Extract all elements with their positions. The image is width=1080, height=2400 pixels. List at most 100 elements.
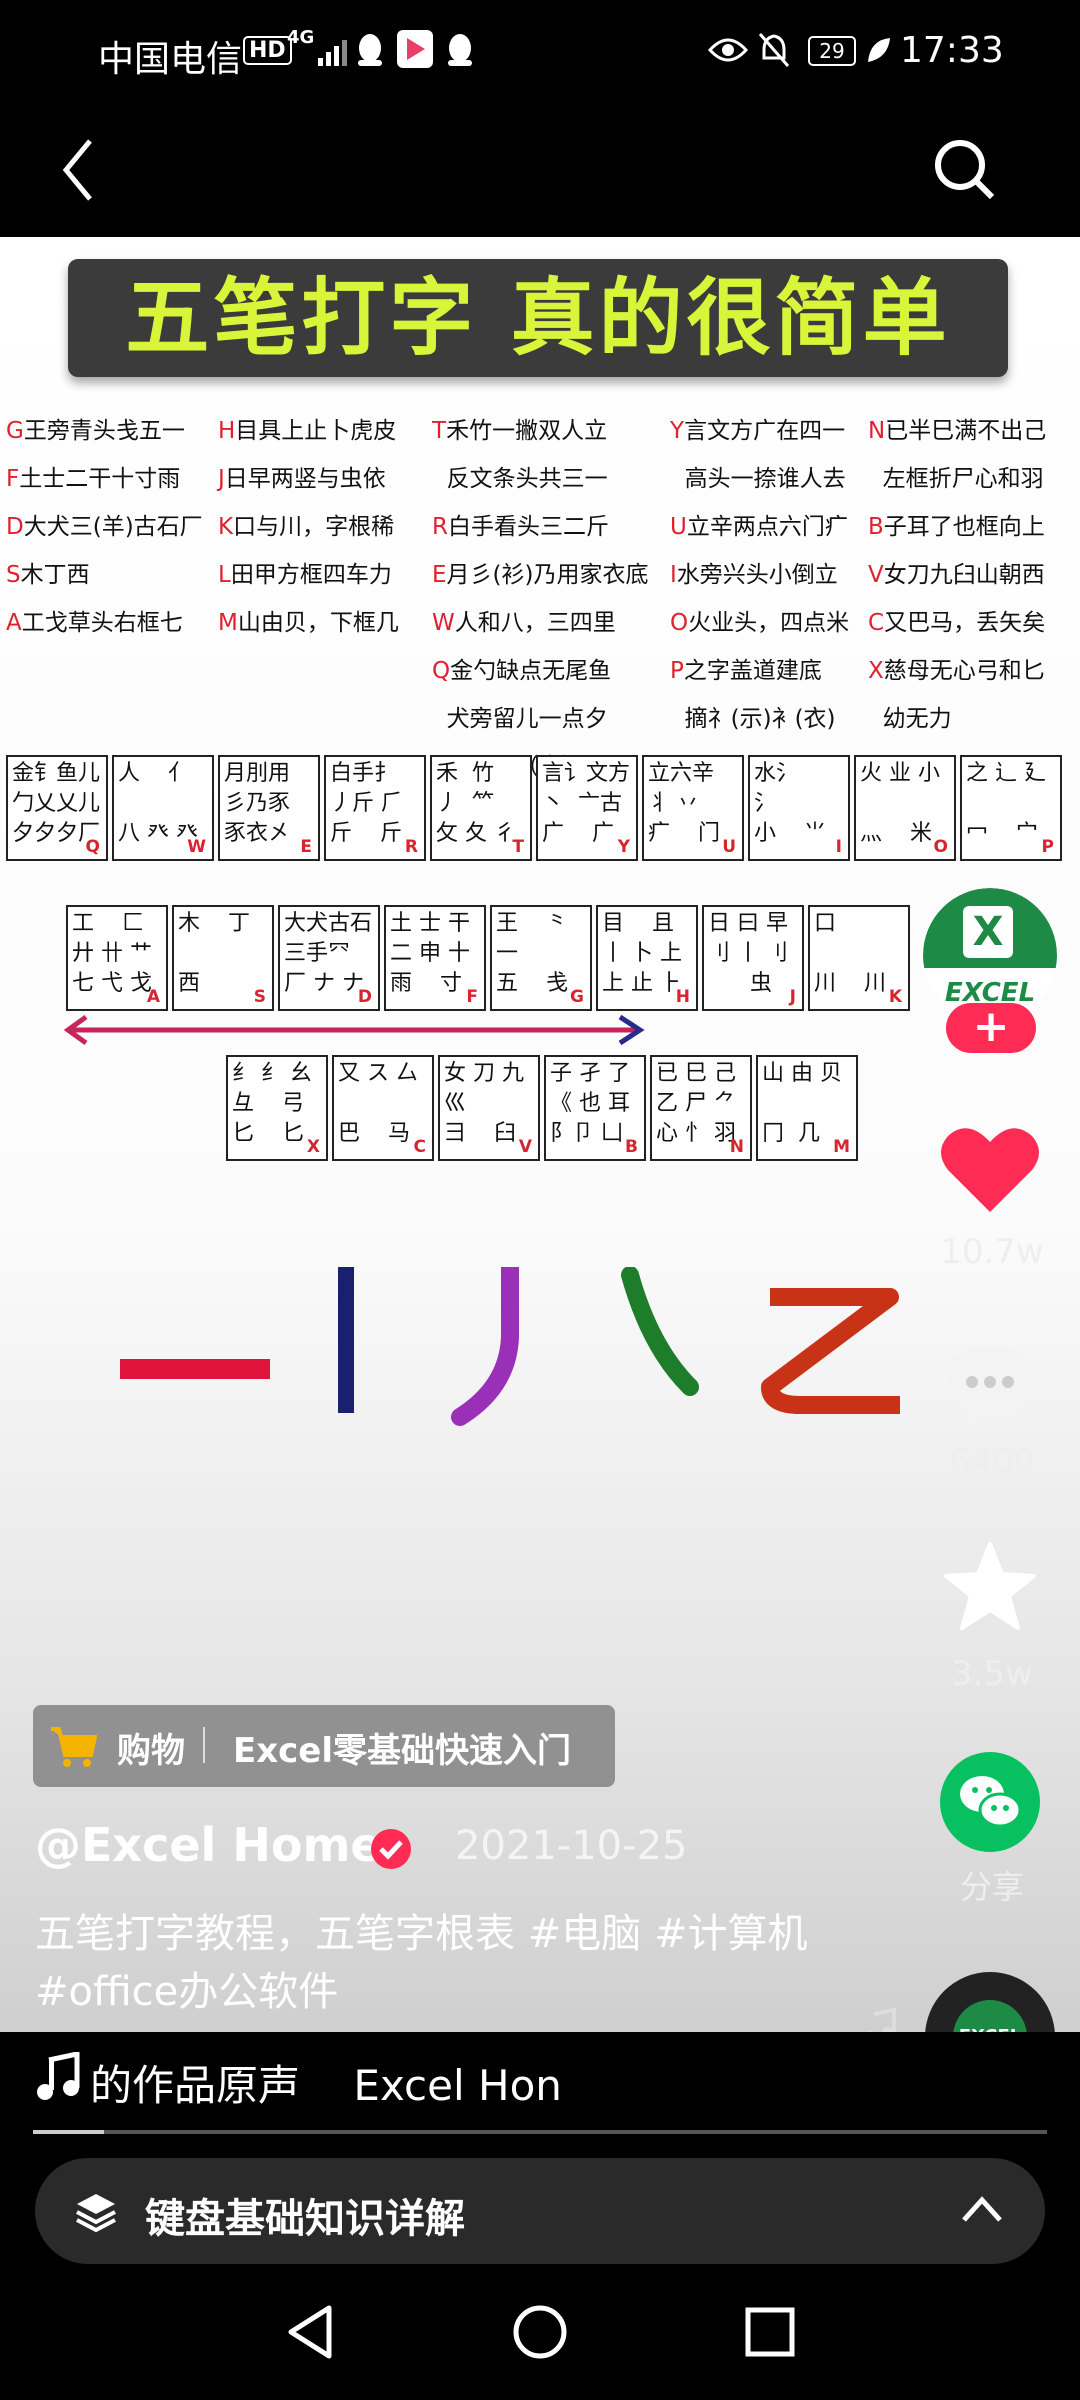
key-letter: S	[253, 987, 266, 1007]
key-radicals: 人 亻 八 癶 癶	[118, 761, 198, 846]
follow-button[interactable]: +	[946, 1003, 1036, 1053]
favorite-count: 3.5w	[951, 1654, 1033, 1694]
root-mnemonic: 已半巳满不出己 左框折尸心和羽	[882, 418, 1047, 492]
key-radicals: 日 曰 早 刂 丨 刂 虫	[708, 911, 788, 996]
root-entry: T禾竹一撇双人立 反文条头共三一	[432, 407, 649, 503]
root-key-letter: Q	[432, 658, 451, 684]
chevron-up-icon[interactable]	[960, 2194, 1004, 2224]
favorite-star-icon[interactable]	[942, 1540, 1038, 1634]
root-key-letter: D	[6, 514, 24, 540]
back-icon[interactable]	[58, 135, 98, 205]
key-letter: A	[146, 987, 160, 1007]
key-letter: T	[512, 837, 524, 857]
qq-icon	[358, 34, 382, 66]
key-letter: M	[833, 1137, 850, 1157]
author-name[interactable]: @Excel Home	[35, 1818, 382, 1872]
root-key-letter: U	[670, 514, 687, 540]
root-entry: P之字盖道建底 摘礻(示)衤(衣)	[670, 647, 849, 743]
root-mnemonic: 子耳了也框向上	[883, 514, 1045, 540]
key-letter: P	[1041, 837, 1054, 857]
root-entry: J日早两竖与虫依	[218, 455, 399, 503]
video-description[interactable]: 五笔打字教程，五笔字根表 #电脑 #计算机 #office办公软件	[35, 1905, 825, 2021]
wubi-key: 水氵 氵 小 ⺌ I	[748, 755, 850, 861]
root-mnemonic: 慈母无心弓和匕 幼无力	[882, 658, 1045, 732]
wubi-key: 纟 纟 幺 彑 弓 匕 匕X	[226, 1055, 328, 1161]
root-mnemonic: 女刀九臼山朝西	[883, 562, 1045, 588]
wubi-key: 已 巳 己 乙 尸 ⺈ 心 忄 羽N	[650, 1055, 752, 1161]
roots-column-3: T禾竹一撇双人立 反文条头共三一 R白手看头三二斤 E月彡(衫)乃用家衣底 W人和八，…	[432, 407, 649, 791]
video-progress-bar[interactable]	[33, 2130, 1047, 2134]
root-entry: M山由贝，下框几	[218, 599, 399, 647]
search-icon[interactable]	[930, 135, 1000, 205]
root-key-letter: K	[218, 514, 234, 540]
key-radicals: 子 孑 了 《 也 耳 阝卩 凵	[550, 1061, 630, 1146]
wubi-key: 白手扌 丿斤 ⺁ 斤 斤R	[324, 755, 426, 861]
root-mnemonic: 山由贝，下框几	[237, 610, 399, 636]
key-letter: K	[888, 987, 902, 1007]
top-nav	[0, 105, 1080, 237]
key-letter: R	[404, 837, 418, 857]
root-entry: U立辛两点六门疒	[670, 503, 849, 551]
eye-icon	[708, 38, 748, 62]
roots-column-5: N已半巳满不出己 左框折尸心和羽 B子耳了也框向上 V女刀九臼山朝西 C又巴马，丢矢矣…	[868, 407, 1046, 743]
root-key-letter: L	[218, 562, 231, 588]
root-entry: B子耳了也框向上	[868, 503, 1046, 551]
key-letter: C	[413, 1137, 426, 1157]
key-radicals: 目 且 丨 卜 上 上 止 ⺊	[602, 911, 682, 996]
root-entry: Y言文方广在四一 高头一捺谁人去	[670, 407, 849, 503]
comment-icon[interactable]	[942, 1342, 1038, 1432]
music-bar[interactable]: 的作品原声 Excel Hon	[0, 2032, 1080, 2132]
clock: 17:33	[900, 30, 1004, 71]
key-radicals: 土 士 干 二 申 十 雨 寸	[390, 911, 470, 996]
root-mnemonic: 水旁兴头小倒立	[676, 562, 838, 588]
wubi-key: 之 辶 廴 冖 宀P	[960, 755, 1062, 861]
key-radicals: 口 川 川	[814, 911, 886, 996]
key-letter: D	[357, 987, 372, 1007]
key-letter: N	[729, 1137, 744, 1157]
root-entry: E月彡(衫)乃用家衣底	[432, 551, 649, 599]
network-label: 4G	[287, 27, 315, 48]
wubi-key: 土 士 干 二 申 十 雨 寸F	[384, 905, 486, 1011]
root-entry: X慈母无心弓和匕 幼无力	[868, 647, 1046, 743]
key-letter: W	[187, 837, 206, 857]
root-mnemonic: 又巴马，丢矢矣	[884, 610, 1046, 636]
nav-back-icon[interactable]	[285, 2304, 335, 2360]
key-letter: F	[466, 987, 478, 1007]
root-entry: D大犬三(羊)古石厂	[6, 503, 203, 551]
root-key-letter: F	[6, 466, 20, 492]
like-heart-icon[interactable]	[940, 1122, 1040, 1214]
root-mnemonic: 言文方广在四一 高头一捺谁人去	[684, 418, 846, 492]
comment-count: 6400	[948, 1442, 1036, 1482]
excel-logo-icon: X	[963, 906, 1013, 958]
roots-column-1: G王旁青头戋五一 F土士二干十寸雨 D大犬三(羊)古石厂 S木丁西 A工戈草头右框七	[6, 407, 203, 647]
key-radicals: 女 刀 九 巛 彐 臼	[444, 1061, 524, 1146]
direction-arrow	[63, 1014, 645, 1046]
root-mnemonic: 王旁青头戋五一	[23, 418, 185, 444]
stroke-heng	[120, 1359, 270, 1379]
system-nav-bar	[0, 2264, 1080, 2400]
key-radicals: 立六辛 丬 丷 疒 门	[648, 761, 720, 846]
wubi-key: 又 ス 厶 巴 马C	[332, 1055, 434, 1161]
root-mnemonic: 之字盖道建底 摘礻(示)衤(衣)	[683, 658, 836, 732]
key-radicals: 已 巳 己 乙 尸 ⺈ 心 忄 羽	[656, 1061, 736, 1146]
wubi-key: 工 匚 廾 卄 艹 七 弋 戈A	[66, 905, 168, 1011]
root-key-letter: S	[6, 562, 21, 588]
shopping-label: 购物	[117, 1731, 185, 1771]
nav-home-icon[interactable]	[512, 2304, 568, 2360]
divider	[203, 1727, 205, 1763]
shopping-tag[interactable]: 购物 Excel零基础快速入门	[33, 1705, 615, 1787]
root-key-letter: B	[868, 514, 884, 540]
root-entry: W人和八，三四里	[432, 599, 649, 647]
root-mnemonic: 田甲方框四车力	[230, 562, 392, 588]
key-radicals: 禾 竹 丿 ⺮ 攵 夂 彳	[436, 761, 516, 846]
nav-recents-icon[interactable]	[744, 2306, 796, 2358]
root-mnemonic: 日早两竖与虫依	[224, 466, 386, 492]
root-mnemonic: 木丁西	[20, 562, 90, 588]
key-radicals: 大犬古石 三手㓁 厂 ナ ナ	[284, 911, 373, 996]
hd-badge: HD	[243, 36, 292, 65]
root-key-letter: J	[218, 466, 225, 492]
collection-bar[interactable]: 键盘基础知识详解	[35, 2158, 1045, 2264]
wechat-share-icon[interactable]	[940, 1752, 1040, 1852]
key-radicals: 水氵 氵 小 ⺌	[754, 761, 826, 846]
key-radicals: 月刖用 彡乃豕 豕衣㐅	[224, 761, 291, 846]
